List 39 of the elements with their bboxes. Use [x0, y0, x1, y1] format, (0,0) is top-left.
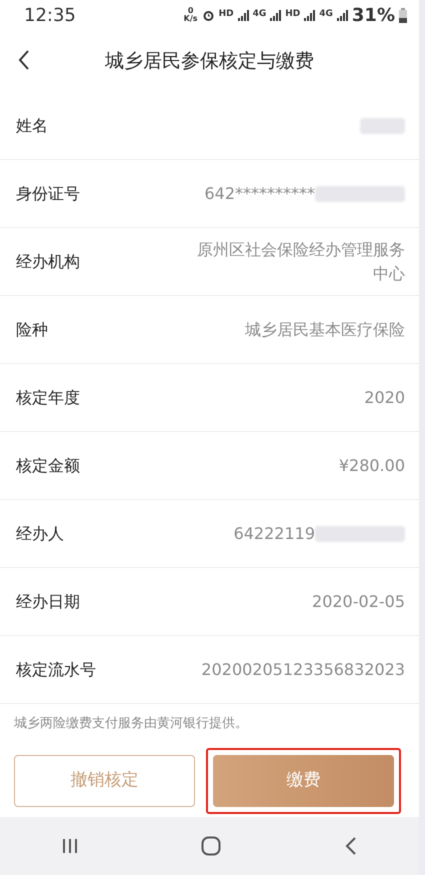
- field-value: ¥280.00: [338, 454, 405, 477]
- field-label: 经办日期: [16, 590, 80, 612]
- home-icon[interactable]: [201, 836, 222, 856]
- battery-percent: 31%: [352, 4, 395, 28]
- pay-button[interactable]: 缴费: [213, 754, 394, 806]
- field-value: 城乡居民基本医疗保险: [245, 318, 405, 341]
- field-value: 64222119: [234, 522, 315, 545]
- battery-icon: [399, 8, 407, 22]
- field-label: 核定年度: [16, 386, 80, 408]
- back-icon[interactable]: [18, 50, 30, 70]
- field-label: 核定金额: [16, 454, 80, 476]
- field-label: 险种: [16, 318, 48, 340]
- field-value: 2020-02-05: [312, 590, 405, 613]
- network-label: 4G: [319, 8, 333, 22]
- field-label: 姓名: [16, 114, 48, 136]
- network-label: 4G: [252, 8, 266, 22]
- back-icon[interactable]: [345, 837, 358, 855]
- signal-icon: [304, 10, 316, 20]
- speed-unit: K/s: [184, 15, 198, 23]
- payment-note: 城乡两险缴费支付服务由黄河银行提供。: [13, 715, 249, 733]
- field-value: 642**********: [204, 182, 315, 205]
- network-label: HD: [218, 8, 234, 22]
- cancel-button[interactable]: 撤销核定: [14, 754, 195, 806]
- signal-icon: [238, 10, 249, 20]
- field-value: 2020: [364, 386, 405, 409]
- field-label: 核定流水号: [16, 658, 96, 680]
- network-label: HD: [285, 8, 300, 22]
- field-label: 经办人: [16, 522, 64, 544]
- field-label: 身份证号: [16, 182, 80, 204]
- field-value: 20200205123356832023: [201, 658, 405, 681]
- page-title: 城乡居民参保核定与缴费: [105, 48, 314, 74]
- signal-icon: [336, 10, 348, 20]
- recent-apps-icon[interactable]: [62, 838, 78, 854]
- signal-icon: [270, 10, 282, 20]
- field-label: 经办机构: [16, 250, 80, 272]
- alarm-icon: [202, 8, 215, 22]
- field-value: 原州区社会保险经办管理服务中心: [196, 239, 405, 284]
- status-time: 12:35: [24, 4, 76, 28]
- speed-value: 0: [186, 7, 194, 15]
